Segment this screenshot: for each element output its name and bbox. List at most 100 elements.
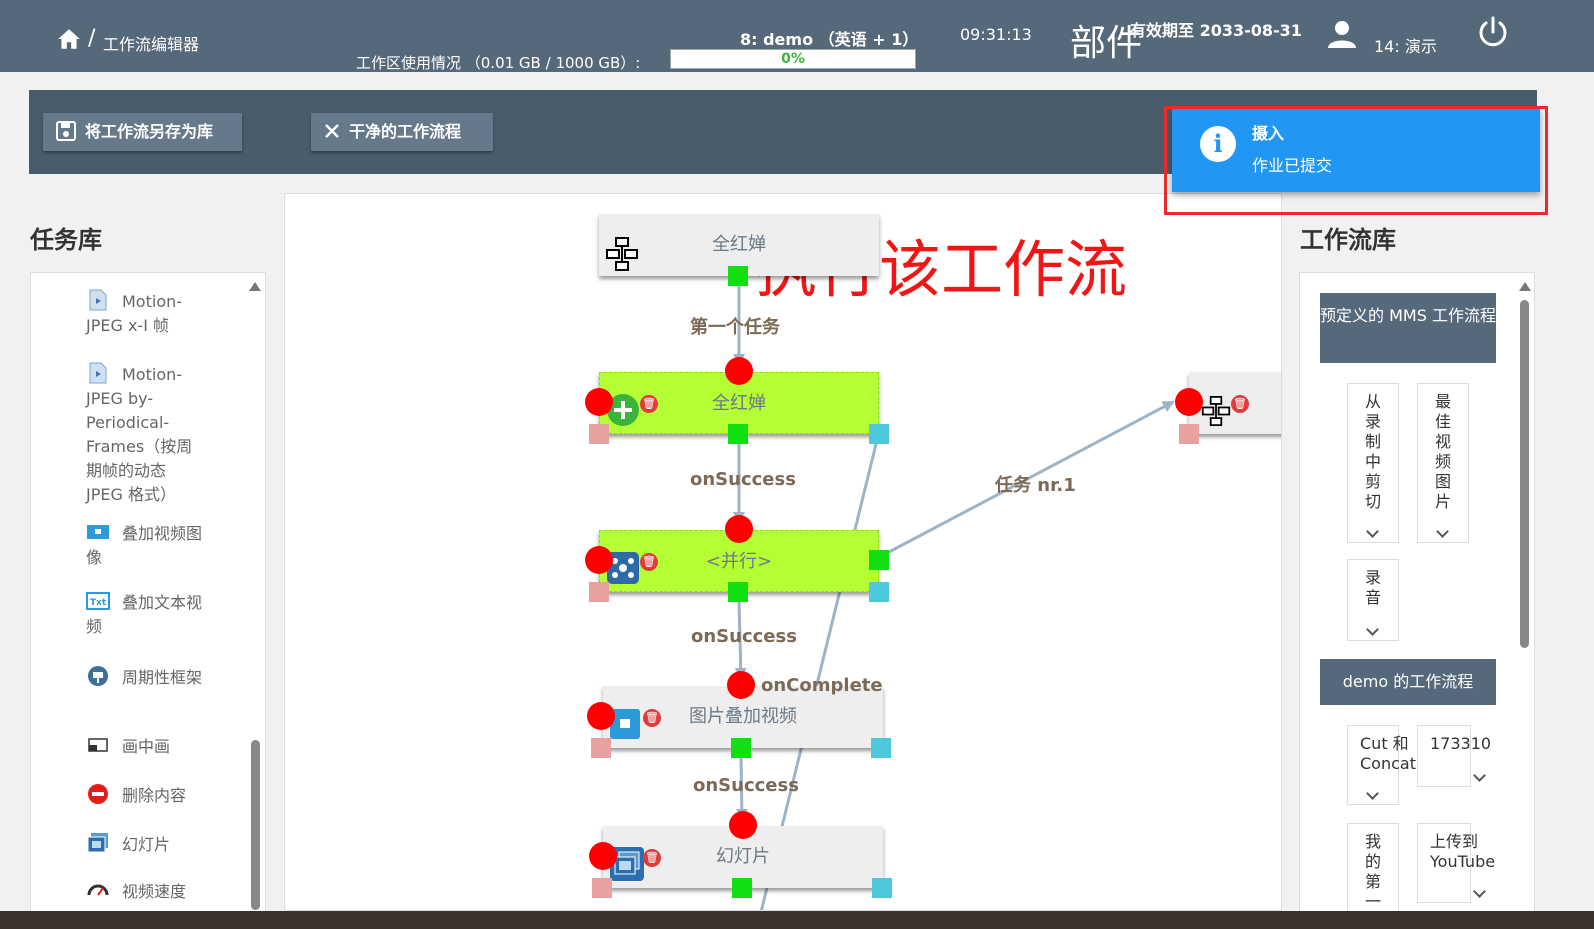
slideshow-icon [87, 833, 108, 853]
user-name[interactable]: 14: 演示 [1374, 33, 1437, 57]
workflow-card[interactable]: Cut 和 Concat [1347, 725, 1416, 805]
chevron-down-icon[interactable] [1366, 623, 1379, 636]
task-item[interactable]: Motion-JPEG by-Periodical-Frames（按周期帧的动态… [86, 362, 206, 507]
overlay-image-icon [87, 525, 109, 539]
input-connector[interactable] [727, 671, 755, 699]
workflow-card[interactable]: 我的第一 [1347, 823, 1399, 911]
save-as-library-label: 将工作流另存为库 [85, 122, 214, 141]
input-connector[interactable] [1175, 388, 1203, 416]
periodic-frame-icon [88, 666, 108, 686]
workflow-tree-icon [606, 237, 638, 271]
input-connector[interactable] [729, 811, 757, 839]
parallel-output-port[interactable] [869, 550, 889, 570]
trash-icon[interactable]: 🗑 [1231, 395, 1249, 413]
output-port[interactable] [728, 266, 748, 286]
user-icon[interactable] [1326, 18, 1358, 50]
complete-port[interactable] [869, 424, 889, 444]
task-item[interactable]: Txt 叠加文本视频 [86, 590, 206, 639]
workflow-card[interactable]: 上传到 YouTube [1417, 823, 1495, 903]
task-item-label: Motion-JPEG by-Periodical-Frames（按周期帧的动态… [86, 365, 193, 504]
task-item-label: 周期性框架 [122, 668, 203, 687]
demo-workflows-header[interactable]: demo 的工作流程 [1320, 659, 1496, 705]
workflow-card[interactable]: 173310 [1417, 725, 1491, 787]
scroll-up-arrow[interactable] [1519, 282, 1531, 291]
error-connector[interactable] [587, 702, 615, 730]
complete-port[interactable] [871, 738, 891, 758]
task-item[interactable]: 画中画 [86, 734, 206, 759]
workspace-usage-bar: 0% [670, 49, 916, 69]
chevron-down-icon[interactable] [1436, 525, 1449, 538]
expiry-date: 有效期至 2033-08-31 [1130, 21, 1302, 40]
workflow-card[interactable]: 从录制中剪切 [1347, 383, 1399, 543]
task-item[interactable]: 幻灯片 [86, 832, 206, 857]
clean-workflow-button[interactable]: 干净的工作流程 [311, 113, 493, 151]
bottom-strip [0, 911, 1594, 929]
link-label-first-task: 第一个任务 [690, 317, 780, 338]
output-port[interactable] [728, 424, 748, 444]
chevron-down-icon[interactable] [1473, 885, 1486, 898]
link-label-on-complete: onComplete [761, 675, 883, 696]
error-connector[interactable] [585, 388, 613, 416]
task-item[interactable]: 删除内容 [86, 783, 206, 808]
link-label-on-success: onSuccess [690, 469, 796, 490]
output-port[interactable] [728, 582, 748, 602]
scrollbar-thumb[interactable] [1520, 300, 1529, 648]
failure-port[interactable] [591, 738, 611, 758]
workflow-tree-icon [1201, 396, 1231, 427]
task-item[interactable]: 视频速度 [86, 879, 206, 904]
power-icon[interactable] [1476, 15, 1510, 49]
workflow-card-label: 录音 [1364, 568, 1381, 607]
task-item[interactable]: Motion-JPEG x-I 帧 [86, 289, 206, 338]
failure-port[interactable] [592, 878, 612, 898]
task-item-label: 删除内容 [122, 786, 187, 805]
workspace-name[interactable]: 8: demo （英语 + 1） [740, 26, 918, 50]
breadcrumb[interactable]: 工作流编辑器 [103, 31, 199, 55]
top-header: / 工作流编辑器 工作区使用情况 （0.01 GB / 1000 GB）: 0%… [0, 0, 1594, 72]
home-icon[interactable] [56, 26, 82, 52]
video-speed-icon [87, 884, 109, 896]
scroll-up-arrow[interactable] [249, 282, 261, 291]
workflow-card-label: 我的第一 [1364, 832, 1381, 911]
complete-port[interactable] [869, 582, 889, 602]
output-port[interactable] [731, 738, 751, 758]
file-video-icon [89, 362, 107, 384]
workspace-usage-percent: 0% [781, 51, 805, 67]
trash-icon[interactable]: 🗑 [640, 395, 658, 413]
trash-icon[interactable]: 🗑 [640, 553, 658, 571]
trash-icon[interactable]: 🗑 [643, 849, 661, 867]
output-port[interactable] [732, 878, 752, 898]
file-video-icon [89, 289, 107, 311]
predefined-workflows-header[interactable]: 预定义的 MMS 工作流程 [1320, 293, 1496, 363]
task-item[interactable]: 叠加视频图像 [86, 521, 206, 570]
task-item-label: 视频速度 [122, 882, 187, 901]
error-connector[interactable] [589, 842, 617, 870]
failure-port[interactable] [589, 582, 609, 602]
overlay-text-icon: Txt [86, 592, 110, 610]
clean-workflow-label: 干净的工作流程 [349, 122, 462, 141]
save-icon [56, 121, 76, 141]
chevron-down-icon[interactable] [1473, 769, 1486, 782]
workflow-card[interactable]: 录音 [1347, 559, 1399, 641]
scrollbar-thumb[interactable] [251, 740, 260, 910]
link-label-task-nr1: 任务 nr.1 [995, 475, 1076, 496]
close-icon [325, 124, 339, 138]
workflow-library-title: 工作流库 [1300, 226, 1396, 254]
link-label-on-success: onSuccess [693, 775, 799, 796]
task-item[interactable]: 周期性框架 [86, 665, 206, 690]
input-connector[interactable] [725, 515, 753, 543]
error-connector[interactable] [585, 546, 613, 574]
complete-port[interactable] [872, 878, 892, 898]
failure-port[interactable] [1179, 424, 1199, 444]
save-as-library-button[interactable]: 将工作流另存为库 [43, 113, 242, 151]
workflow-canvas[interactable]: 执行该工作流 全红婵 全红婵 🗑 <并行> 🗑 图片叠加视频 🗑 幻灯片 🗑 🗑… [284, 193, 1282, 911]
input-connector[interactable] [725, 357, 753, 385]
workflow-card-label: 173310 [1430, 734, 1492, 753]
workflow-card[interactable]: 最佳视频图片 [1417, 383, 1469, 543]
chevron-down-icon[interactable] [1366, 525, 1379, 538]
task-item-label: 幻灯片 [122, 835, 171, 854]
clock: 09:31:13 [960, 25, 1032, 44]
chevron-down-icon[interactable] [1366, 787, 1379, 800]
failure-port[interactable] [589, 424, 609, 444]
trash-icon[interactable]: 🗑 [643, 709, 661, 727]
workspace-usage-label: 工作区使用情况 （0.01 GB / 1000 GB）: [356, 54, 641, 72]
